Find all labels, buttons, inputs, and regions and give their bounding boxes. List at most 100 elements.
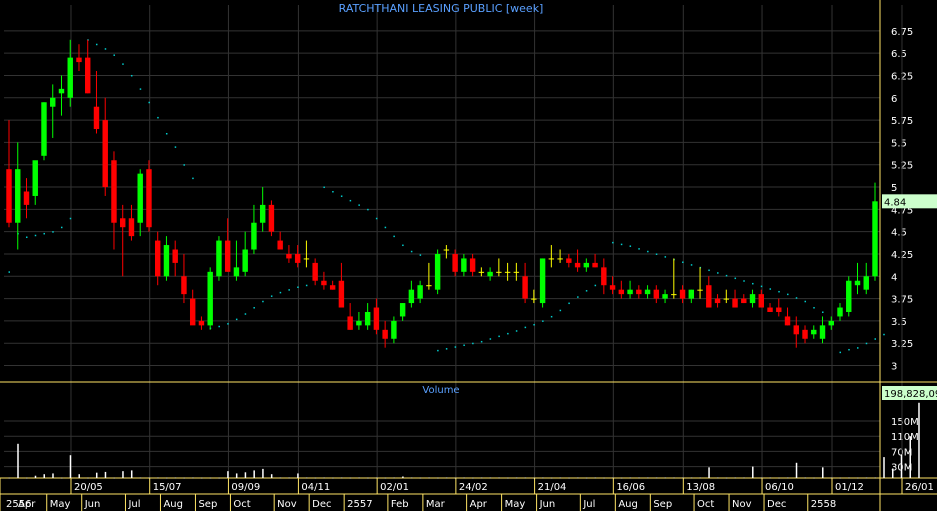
volume-bar [122, 471, 124, 478]
candle-body [671, 294, 677, 296]
volume-bar [410, 477, 413, 479]
candle-body [653, 289, 660, 299]
volume-bar [402, 476, 404, 478]
date-label: 24/02 [459, 482, 488, 493]
candle-body [224, 240, 231, 272]
volume-bar [568, 477, 570, 479]
candle-body [461, 258, 467, 272]
candle-body [644, 289, 651, 295]
price-tick-label: 5.5 [891, 138, 907, 149]
candle-body [111, 160, 117, 223]
last-price-label: 4.84 [884, 197, 906, 208]
volume-bar [209, 477, 212, 479]
month-label: Jul [127, 499, 140, 510]
sar-dot [717, 272, 719, 274]
chart-title: RATCHTHANI LEASING PUBLIC [week] [339, 2, 544, 15]
volume-bar [612, 477, 614, 479]
volume-bar [804, 477, 807, 479]
volume-bar [375, 477, 378, 479]
sar-dot [594, 284, 597, 287]
month-label: Dec [767, 499, 786, 510]
date-label: 04/11 [301, 482, 330, 493]
sar-dot [60, 226, 63, 229]
sar-dot [192, 177, 194, 180]
volume-bar [104, 471, 107, 478]
volume-bar [297, 473, 299, 478]
candle-body [303, 258, 310, 260]
sar-dot [52, 231, 54, 233]
volume-bar [734, 477, 737, 479]
sar-dot [647, 250, 649, 253]
sar-dot [323, 186, 325, 189]
volume-bar [157, 477, 159, 479]
sar-dot [332, 191, 334, 193]
candle-body [58, 88, 65, 94]
candle-body [539, 258, 546, 304]
volume-bar [437, 477, 439, 479]
candle-body [592, 262, 598, 268]
volume-bar [900, 454, 903, 478]
candle-body [216, 240, 222, 277]
volume-panel-label: Volume [422, 385, 459, 396]
candle-body [23, 191, 30, 205]
candle-body [863, 276, 869, 290]
month-label: Sep [198, 499, 217, 510]
sar-dot [760, 285, 763, 288]
month-label: Oct [697, 499, 714, 510]
candle-body [41, 102, 47, 156]
month-label-overlay: Apr [18, 499, 36, 510]
volume-bar [524, 477, 527, 479]
sar-dot [795, 297, 798, 299]
volume-bar [314, 477, 317, 479]
volume-bar [725, 477, 728, 479]
sar-dot [454, 346, 457, 348]
volume-bar [349, 477, 352, 479]
sar-dot [43, 232, 45, 235]
candle-body [504, 271, 511, 273]
candle-body [163, 245, 170, 277]
month-label: Jun [539, 499, 556, 510]
date-label: 20/05 [74, 482, 103, 493]
candle-body [93, 106, 100, 130]
volume-bar [279, 477, 282, 479]
candle-body [872, 201, 878, 277]
volume-bar [419, 477, 422, 479]
sar-dot [244, 313, 247, 315]
sar-dot [437, 349, 439, 352]
candle-body [338, 280, 345, 308]
month-label: Nov [277, 499, 297, 510]
candle-body [233, 267, 240, 277]
chart-canvas[interactable]: 6.756.56.2565.755.55.2554.754.54.2543.75… [0, 0, 937, 511]
candle-body [522, 276, 528, 299]
volume-bar [227, 471, 229, 478]
volume-bar [655, 477, 658, 479]
sar-dot [629, 245, 632, 247]
candle-body [496, 271, 502, 273]
volume-bar [507, 477, 509, 479]
candle-body [286, 253, 292, 259]
candle-body [251, 222, 257, 250]
sar-dot [822, 311, 824, 313]
candle-body [819, 325, 826, 339]
candle-body [268, 204, 275, 232]
candle-body [294, 253, 301, 263]
candle-body [146, 169, 152, 228]
month-label: 2558 [811, 499, 836, 510]
price-tick-label: 5 [891, 183, 897, 194]
volume-bar [489, 477, 492, 479]
sar-dot [349, 199, 352, 202]
sar-dot [305, 284, 308, 287]
sar-dot [402, 244, 404, 247]
candle-body [566, 258, 572, 263]
sar-dot [568, 302, 570, 305]
volume-bar [428, 477, 430, 479]
sar-dot [297, 286, 299, 288]
volume-bar [25, 477, 28, 479]
candle-body [154, 240, 161, 277]
candle-body [688, 289, 695, 299]
volume-bar [822, 467, 824, 478]
sar-dot [515, 330, 518, 332]
candle-body [452, 253, 458, 272]
sar-dot [157, 116, 159, 119]
volume-bar [340, 477, 343, 479]
